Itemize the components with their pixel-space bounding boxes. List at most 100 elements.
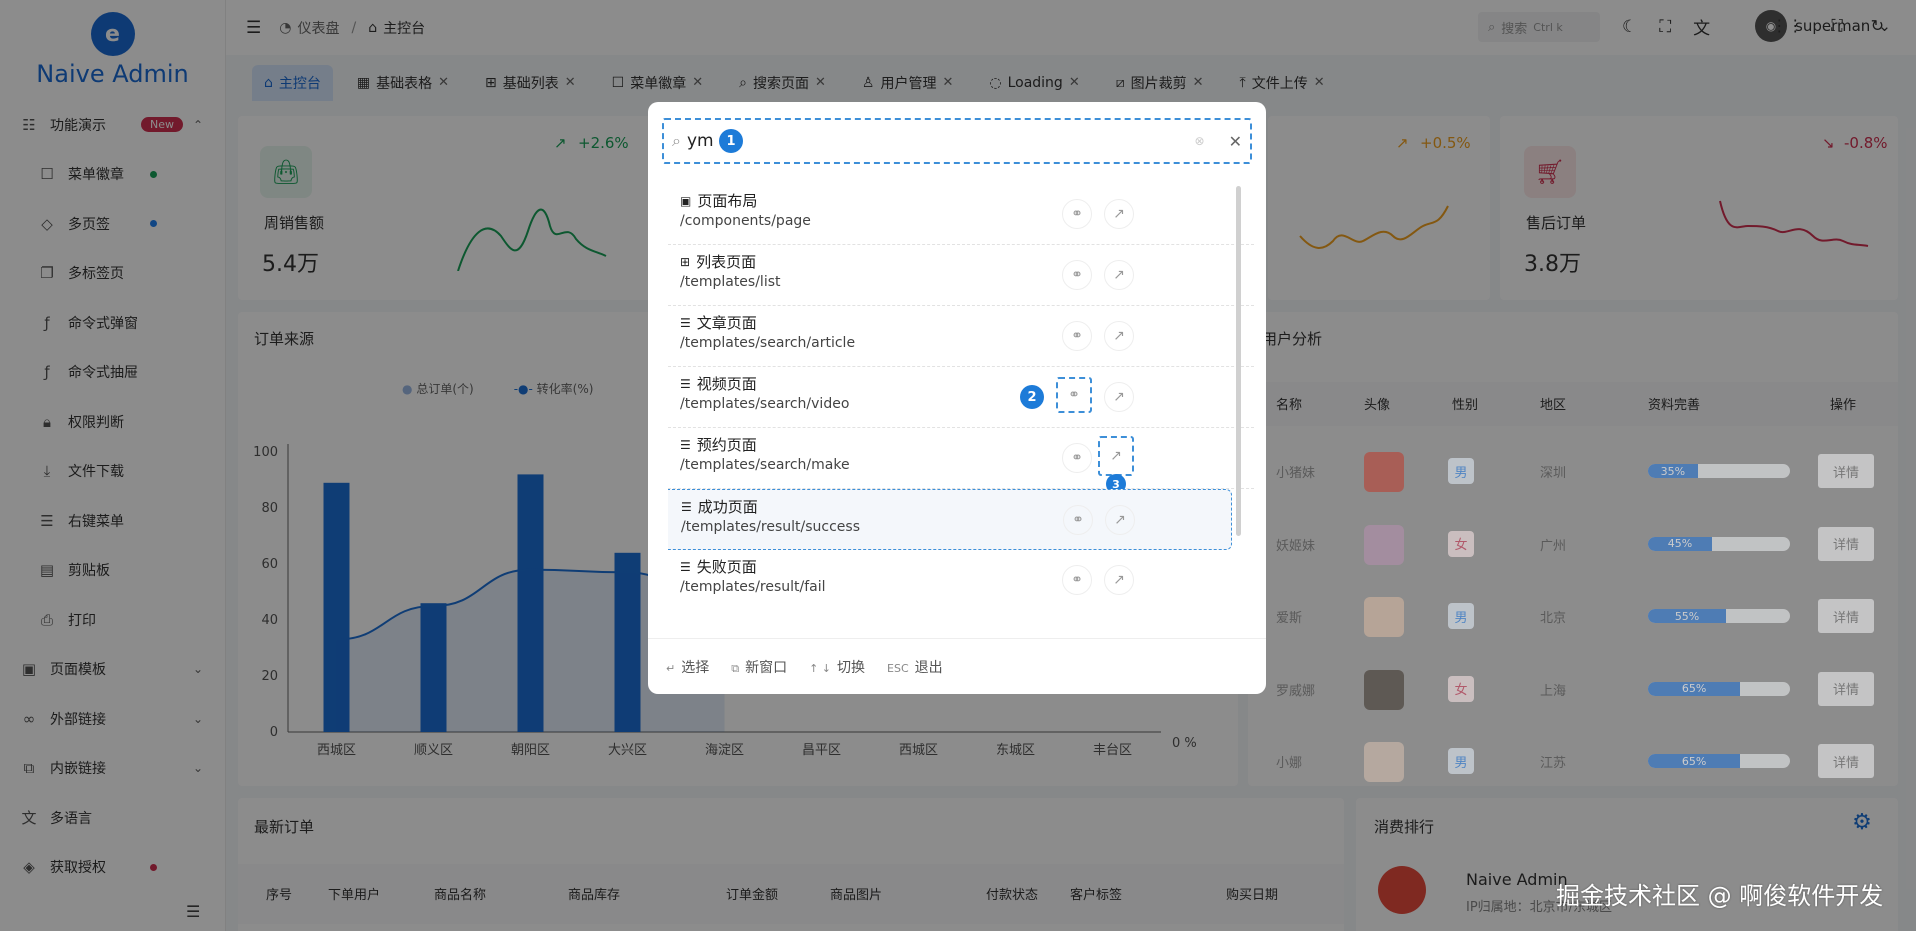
user-name: 罗威娜: [1276, 683, 1316, 699]
detail-button[interactable]: 详情: [1818, 744, 1874, 778]
copy-link-icon[interactable]: ⚭: [1056, 377, 1092, 413]
lines-icon: ☰: [680, 559, 691, 574]
avatar: [1364, 669, 1404, 710]
open-new-window-icon[interactable]: ↗: [1104, 199, 1134, 229]
open-new-window-icon[interactable]: ↗: [1104, 260, 1134, 290]
table-row: 小娜 男 江苏 65% 详情: [1248, 726, 1898, 798]
search-result-item[interactable]: ☰ 预约页面 /templates/search/make ⚭ ↗ 3: [668, 428, 1254, 494]
copy-link-icon[interactable]: ⚭: [1062, 321, 1092, 351]
result-title: 失败页面: [696, 558, 757, 576]
lines-icon: ☰: [681, 499, 692, 514]
copy-link-icon[interactable]: ⚭: [1062, 443, 1092, 473]
open-new-window-icon[interactable]: ↗: [1104, 382, 1134, 412]
result-path: /components/page: [680, 213, 811, 229]
user-name: 小猪妹: [1276, 466, 1316, 481]
search-modal: ⌕ 1 ⊗ ✕ ▣ 页面布局 /components/page ⚭ ↗ ⊞ 列表页面…: [648, 102, 1266, 694]
profile-progress: 55%: [1648, 609, 1790, 623]
avatar: [1364, 597, 1404, 637]
table-row: 小猪妹 男 深圳 35% 详情: [1248, 436, 1898, 508]
detail-button[interactable]: 详情: [1818, 454, 1874, 488]
progress-fill: 55%: [1648, 609, 1727, 623]
hint-label: 切换: [837, 659, 866, 676]
copy-link-icon[interactable]: ⚭: [1062, 260, 1092, 290]
modal-footer: ↵ 选择 ⧉ 新窗口 ↑ ↓ 切换 ESC 退出: [648, 638, 1266, 694]
hint-new-window: ⧉ 新窗口: [731, 657, 787, 677]
region: 北京: [1540, 611, 1567, 626]
profile-progress: 35%: [1648, 464, 1790, 478]
result-path: /templates/search/make: [680, 457, 850, 473]
search-result-item[interactable]: ▣ 页面布局 /components/page ⚭ ↗: [668, 184, 1254, 245]
progress-fill: 35%: [1648, 464, 1698, 478]
gender-tag: 男: [1448, 603, 1474, 629]
gender-tag: 男: [1448, 458, 1474, 484]
result-title: 预约页面: [696, 436, 757, 454]
search-result-item-selected[interactable]: ☰ 成功页面 /templates/result/success ⚭ ↗: [668, 489, 1232, 550]
hint-switch: ↑ ↓ 切换: [809, 657, 865, 677]
gender-tag: 男: [1448, 748, 1474, 774]
result-title: 成功页面: [697, 498, 758, 516]
progress-fill: 65%: [1648, 681, 1741, 696]
result-title: 页面布局: [697, 192, 758, 210]
new-window-key-icon: ⧉: [731, 661, 740, 675]
arrow-keys-icon: ↑ ↓: [809, 661, 832, 675]
profile-progress: 65%: [1648, 754, 1790, 768]
step-badge: 2: [1020, 385, 1044, 409]
user-name: 爱斯: [1276, 611, 1303, 626]
hint-label: 选择: [681, 659, 710, 676]
search-result-item[interactable]: ⊞ 列表页面 /templates/list ⚭ ↗: [668, 245, 1254, 306]
detail-button[interactable]: 详情: [1818, 526, 1874, 561]
gender-tag: 女: [1448, 675, 1474, 702]
grid-icon: ⊞: [680, 254, 691, 269]
step-badge: 1: [718, 129, 743, 153]
table-row: 爱斯 男 北京 55% 详情: [1248, 581, 1898, 653]
result-title: 文章页面: [696, 314, 757, 332]
open-new-window-icon[interactable]: ↗: [1104, 321, 1134, 351]
avatar: [1364, 524, 1404, 565]
enter-key-icon: ↵: [666, 661, 676, 675]
search-result-item[interactable]: ☰ 失败页面 /templates/result/fail ⚭ ↗: [668, 550, 1254, 608]
table-row: 妖姬妹 女 广州 45% 详情: [1248, 509, 1898, 581]
detail-button[interactable]: 详情: [1818, 599, 1874, 633]
hint-label: 新窗口: [745, 659, 788, 676]
result-path: /templates/result/success: [681, 519, 861, 535]
avatar: [1364, 452, 1404, 492]
open-new-window-icon[interactable]: ↗: [1098, 436, 1134, 476]
result-path: /templates/search/article: [680, 335, 856, 351]
copy-link-icon[interactable]: ⚭: [1062, 565, 1092, 595]
results-scrollbar[interactable]: [1236, 186, 1241, 536]
result-title: 视频页面: [696, 375, 757, 393]
open-new-window-icon[interactable]: ↗: [1104, 565, 1134, 595]
copy-link-icon[interactable]: ⚭: [1062, 199, 1092, 229]
progress-fill: 45%: [1648, 536, 1712, 551]
profile-progress: 45%: [1648, 536, 1790, 551]
close-icon[interactable]: ✕: [1229, 132, 1242, 151]
search-result-item[interactable]: ☰ 视频页面 /templates/search/video 2 ⚭ ↗: [668, 367, 1254, 428]
detail-button[interactable]: 详情: [1818, 671, 1874, 706]
result-path: /templates/search/video: [680, 396, 850, 412]
watermark-text: 掘金技术社区 @ 啊俊软件开发: [1556, 882, 1884, 910]
profile-progress: 65%: [1648, 681, 1790, 696]
clear-icon[interactable]: ⊗: [1195, 134, 1205, 148]
user-name: 小娜: [1276, 756, 1303, 771]
result-path: /templates/result/fail: [680, 579, 826, 595]
hint-label: 退出: [914, 659, 943, 676]
gender-tag: 女: [1448, 530, 1474, 557]
result-path: /templates/list: [680, 274, 781, 290]
lines-icon: ☰: [680, 437, 691, 452]
region: 深圳: [1540, 466, 1567, 481]
region: 上海: [1540, 683, 1567, 699]
search-result-item[interactable]: ☰ 文章页面 /templates/search/article ⚭ ↗: [668, 306, 1254, 367]
copy-link-icon[interactable]: ⚭: [1063, 505, 1093, 535]
lines-icon: ☰: [680, 376, 691, 391]
open-new-window-icon[interactable]: ↗: [1105, 505, 1135, 535]
modal-search-field[interactable]: ⌕ 1 ⊗ ✕: [662, 118, 1252, 164]
search-results: ▣ 页面布局 /components/page ⚭ ↗ ⊞ 列表页面 /templa…: [668, 184, 1254, 608]
table-row: 罗威娜 女 上海 65% 详情: [1248, 654, 1898, 726]
search-icon: ⌕: [672, 131, 681, 150]
hint-select: ↵ 选择: [666, 657, 709, 677]
progress-fill: 65%: [1648, 754, 1741, 768]
region: 广州: [1540, 538, 1567, 554]
hint-exit: ESC 退出: [887, 657, 943, 677]
region: 江苏: [1540, 756, 1567, 771]
avatar: [1364, 742, 1404, 782]
